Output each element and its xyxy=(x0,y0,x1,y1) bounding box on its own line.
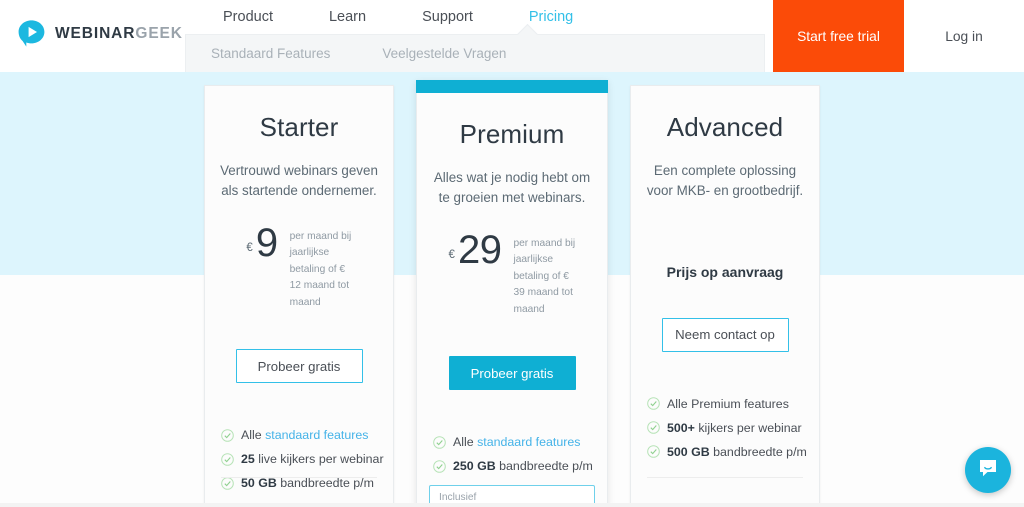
log-in-link[interactable]: Log in xyxy=(904,0,1024,72)
nav-item-learn[interactable]: Learn xyxy=(301,0,394,34)
feature-item: 500 GB bandbreedte p/m xyxy=(647,445,819,459)
price-note-starter: per maand bij jaarlijkse betaling of € 1… xyxy=(289,230,352,308)
logo[interactable]: WEBINARGEEK xyxy=(17,19,183,48)
feature-list-starter: Alle standaard features 25 live kijkers … xyxy=(205,383,393,490)
logo-wordmark: WEBINARGEEK xyxy=(55,26,183,42)
check-circle-icon xyxy=(433,460,446,473)
card-divider xyxy=(221,477,377,478)
feature-suffix: live kijkers per webinar xyxy=(254,452,384,467)
nav-item-pricing[interactable]: Pricing xyxy=(501,0,601,34)
price-currency-starter: € xyxy=(246,241,253,254)
feature-label: 250 GB bandbreedte p/m xyxy=(453,459,593,473)
feature-bold: 500+ xyxy=(667,420,695,435)
pricing-card-premium: Premium Alles wat je nodig hebt om te gr… xyxy=(416,80,608,507)
standaard-features-link[interactable]: standaard features xyxy=(265,428,368,442)
premium-highlight-bar xyxy=(416,80,608,93)
logo-word-secondary: GEEK xyxy=(135,24,183,42)
plan-description-starter: Vertrouwd webinars geven als startende o… xyxy=(220,163,378,199)
price-note-premium: per maand bij jaarlijkse betaling of € 3… xyxy=(513,237,576,315)
feature-list-premium: Alle standaard features 250 GB bandbreed… xyxy=(417,390,607,473)
main-navigation: Product Learn Support Pricing xyxy=(195,0,601,34)
check-circle-icon xyxy=(221,429,234,442)
plan-cta-advanced[interactable]: Neem contact op xyxy=(661,317,789,352)
check-circle-icon xyxy=(433,436,446,449)
feature-item: 50 GB bandbreedte p/m xyxy=(221,476,393,490)
start-free-trial-button[interactable]: Start free trial xyxy=(773,0,904,72)
feature-label: Alle standaard features xyxy=(241,428,368,442)
pricing-card-advanced: Advanced Een complete oplossing voor MKB… xyxy=(630,85,820,507)
pricing-cards: Starter Vertrouwd webinars geven als sta… xyxy=(0,0,1024,507)
feature-bold: 50 GB xyxy=(241,476,277,491)
feature-suffix: kijkers per webinar xyxy=(694,420,802,435)
feature-item: 25 live kijkers per webinar xyxy=(221,452,393,466)
check-circle-icon xyxy=(221,477,234,490)
feature-bold: 25 xyxy=(241,452,255,467)
feature-item: 500+ kijkers per webinar xyxy=(647,421,819,435)
feature-label: Alle Premium features xyxy=(667,397,789,411)
feature-label: 500 GB bandbreedte p/m xyxy=(667,445,807,459)
plan-price-on-request-advanced: Prijs op aanvraag xyxy=(666,263,784,280)
pricing-card-starter: Starter Vertrouwd webinars geven als sta… xyxy=(204,85,394,507)
feature-prefix: Alle xyxy=(453,435,478,450)
chat-bubble-icon xyxy=(977,457,999,484)
price-amount-premium: 29 xyxy=(457,227,502,272)
feature-bold: 500 GB xyxy=(667,444,710,459)
feature-list-advanced: Alle Premium features 500+ kijkers per w… xyxy=(631,352,819,459)
subnav-item-veelgestelde-vragen[interactable]: Veelgestelde Vragen xyxy=(382,46,558,61)
subnav-item-standaard-features[interactable]: Standaard Features xyxy=(211,46,382,61)
feature-item: Alle standaard features xyxy=(221,428,393,442)
feature-prefix: Alle xyxy=(241,428,266,443)
plan-price-premium: € 29 per maand bij jaarlijkse betaling o… xyxy=(417,209,607,319)
standaard-features-link[interactable]: standaard features xyxy=(477,435,580,449)
check-circle-icon xyxy=(647,445,660,459)
nav-item-product[interactable]: Product xyxy=(195,0,301,34)
check-circle-icon xyxy=(647,421,660,435)
plan-cta-premium[interactable]: Probeer gratis xyxy=(448,356,576,391)
feature-label: 25 live kijkers per webinar xyxy=(241,452,384,466)
sub-navigation: Standaard Features Veelgestelde Vragen xyxy=(185,34,765,72)
plan-title-starter: Starter xyxy=(259,112,339,142)
feature-suffix: bandbreedte p/m xyxy=(495,459,593,474)
card-divider xyxy=(647,477,803,478)
site-header: WEBINARGEEK Product Learn Support Pricin… xyxy=(0,0,1024,72)
feature-label: Alle standaard features xyxy=(453,435,580,449)
feature-label: 500+ kijkers per webinar xyxy=(667,421,802,435)
page-bottom-edge xyxy=(0,503,1024,507)
price-currency-premium: € xyxy=(448,248,455,261)
plan-title-advanced: Advanced xyxy=(666,112,784,142)
check-circle-icon xyxy=(647,397,660,411)
feature-suffix: bandbreedte p/m xyxy=(276,476,374,491)
feature-item: 250 GB bandbreedte p/m xyxy=(433,459,607,473)
feature-suffix: bandbreedte p/m xyxy=(709,444,807,459)
plan-title-premium: Premium xyxy=(459,119,565,149)
plan-price-starter: € 9 per maand bij jaarlijkse betaling of… xyxy=(205,202,393,312)
pricing-page: WEBINARGEEK Product Learn Support Pricin… xyxy=(0,0,1024,507)
nav-item-support[interactable]: Support xyxy=(394,0,501,34)
plan-description-premium: Alles wat je nodig hebt om te groeien me… xyxy=(433,170,591,206)
chat-launcher-button[interactable] xyxy=(965,447,1011,493)
play-bubble-icon xyxy=(17,19,46,48)
price-amount-starter: 9 xyxy=(255,220,278,265)
plan-description-advanced: Een complete oplossing voor MKB- en groo… xyxy=(646,163,804,199)
logo-word-primary: WEBINAR xyxy=(55,24,136,42)
plan-cta-starter[interactable]: Probeer gratis xyxy=(235,349,363,384)
check-circle-icon xyxy=(221,453,234,466)
feature-prefix: Alle Premium features xyxy=(667,396,789,411)
feature-item: Alle Premium features xyxy=(647,397,819,411)
feature-label: 50 GB bandbreedte p/m xyxy=(241,476,374,490)
feature-item: Alle standaard features xyxy=(433,435,607,449)
feature-bold: 250 GB xyxy=(453,459,496,474)
